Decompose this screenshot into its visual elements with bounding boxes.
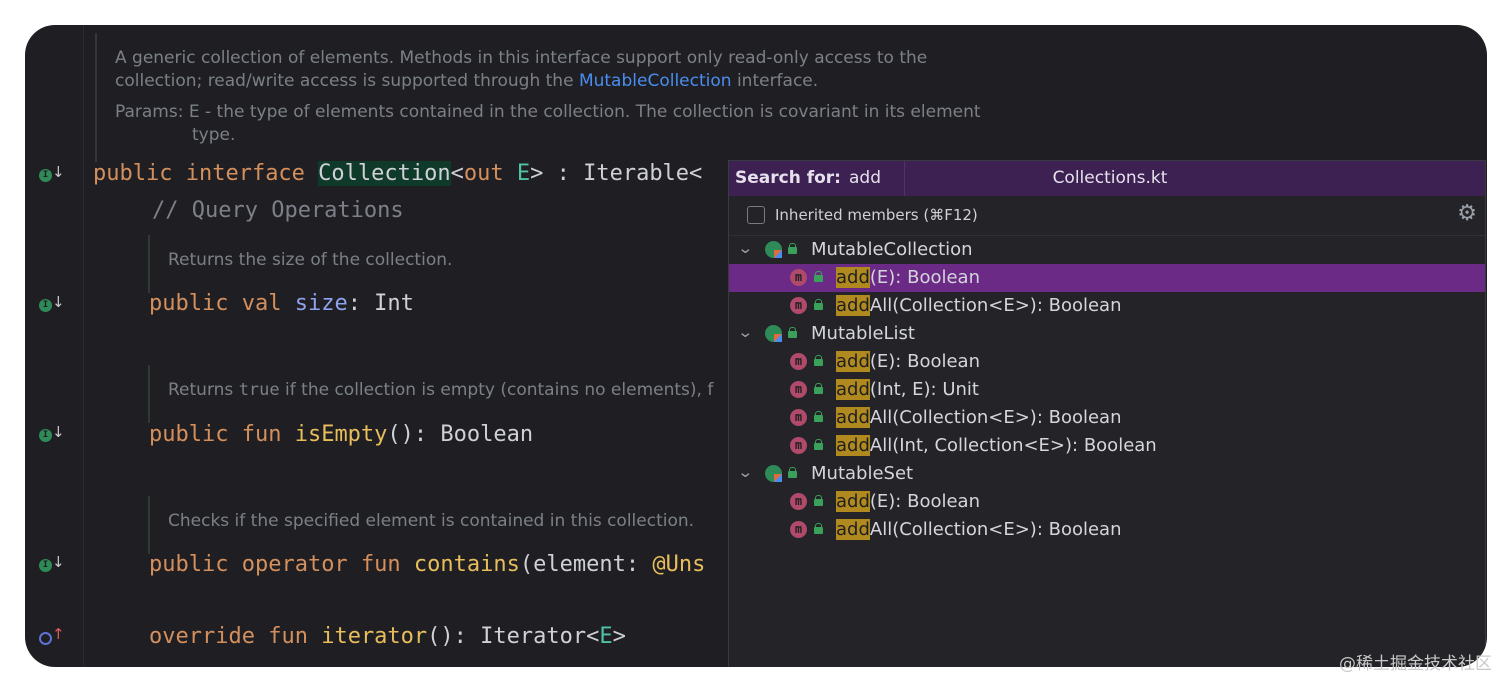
- doc-params-cont: type.: [192, 125, 236, 145]
- member-label: addAll(Collection<E>): Boolean: [836, 407, 1122, 428]
- doc-comment-isempty: Returns true if the collection is empty …: [148, 365, 768, 423]
- implemented-icon[interactable]: I ↓: [39, 163, 65, 185]
- member-label: addAll(Collection<E>): Boolean: [836, 295, 1122, 316]
- lock-icon: [788, 327, 797, 338]
- code-comment[interactable]: // Query Operations: [152, 198, 404, 223]
- doc-line: collection; read/write access is support…: [115, 71, 819, 91]
- gutter: I ↓ I ↓ I ↓ I ↓ ↑: [25, 25, 82, 667]
- fold-line: [83, 25, 84, 667]
- method-icon: m: [790, 381, 807, 398]
- member-label: add(Int, E): Unit: [836, 379, 979, 400]
- interface-icon: [765, 325, 782, 342]
- search-match: add: [836, 379, 870, 400]
- member-label: addAll(Int, Collection<E>): Boolean: [836, 435, 1157, 456]
- search-match: add: [836, 519, 870, 540]
- implemented-icon[interactable]: I ↓: [39, 553, 65, 575]
- code-line-contains[interactable]: public operator fun contains(element: @U…: [149, 552, 705, 577]
- method-icon: m: [790, 437, 807, 454]
- tree-member-row[interactable]: m add(Int, E): Unit: [729, 376, 1485, 404]
- member-label: add(E): Boolean: [836, 491, 980, 512]
- tree-member-row[interactable]: m addAll(Collection<E>): Boolean: [729, 404, 1485, 432]
- chevron-down-icon[interactable]: ⌄: [737, 239, 753, 257]
- search-input[interactable]: add: [849, 168, 881, 188]
- implemented-icon[interactable]: I ↓: [39, 293, 65, 315]
- doc-params: Params: E - the type of elements contain…: [115, 102, 981, 122]
- tree-member-row[interactable]: m add(E): Boolean: [729, 348, 1485, 376]
- method-icon: m: [790, 353, 807, 370]
- search-match: add: [836, 491, 870, 512]
- group-label: MutableSet: [811, 463, 914, 484]
- tree-group-row[interactable]: ⌄ MutableCollection: [729, 236, 1485, 264]
- lock-icon: [788, 467, 797, 478]
- tree-member-row[interactable]: m addAll(Collection<E>): Boolean: [729, 516, 1485, 544]
- search-match: add: [836, 267, 870, 288]
- search-box[interactable]: Search for: add: [729, 161, 905, 196]
- tree-member-row[interactable]: m add(E): Boolean: [729, 488, 1485, 516]
- code-line-isempty[interactable]: public fun isEmpty(): Boolean: [149, 422, 533, 447]
- inherited-members-label[interactable]: Inherited members (⌘F12): [775, 206, 978, 224]
- inherited-members-row: Inherited members (⌘F12) ⚙: [729, 197, 1485, 236]
- doc-line: A generic collection of elements. Method…: [115, 48, 928, 68]
- method-icon: m: [790, 409, 807, 426]
- method-icon: m: [790, 493, 807, 510]
- doc-comment-interface: A generic collection of elements. Method…: [95, 33, 1015, 162]
- group-label: MutableList: [811, 323, 915, 344]
- interface-icon: [765, 465, 782, 482]
- tree-member-row[interactable]: m addAll(Int, Collection<E>): Boolean: [729, 432, 1485, 460]
- file-structure-popup: Search for: add Collections.kt Inherited…: [728, 160, 1486, 667]
- overrides-icon[interactable]: ↑: [39, 625, 65, 647]
- lock-icon: [814, 523, 823, 534]
- watermark: @稀土掘金技术社区: [1339, 654, 1492, 674]
- interface-icon: [765, 241, 782, 258]
- tree-member-row[interactable]: m add(E): Boolean: [729, 264, 1485, 292]
- lock-icon: [814, 411, 823, 422]
- gear-icon[interactable]: ⚙: [1457, 201, 1477, 226]
- lock-icon: [814, 271, 823, 282]
- tree-member-row[interactable]: m addAll(Collection<E>): Boolean: [729, 292, 1485, 320]
- code-line-size[interactable]: public val size: Int: [149, 291, 414, 316]
- search-match: add: [836, 407, 870, 428]
- tree-group-row[interactable]: ⌄ MutableSet: [729, 460, 1485, 488]
- doc-comment-contains: Checks if the specified element is conta…: [148, 496, 768, 554]
- implemented-icon[interactable]: I ↓: [39, 423, 65, 445]
- method-icon: m: [790, 269, 807, 286]
- lock-icon: [814, 495, 823, 506]
- lock-icon: [814, 355, 823, 366]
- search-match: add: [836, 351, 870, 372]
- tree-group-row[interactable]: ⌄ MutableList: [729, 320, 1485, 348]
- popup-header: Search for: add Collections.kt: [729, 161, 1485, 196]
- file-title: Collections.kt: [1052, 168, 1168, 188]
- lock-icon: [814, 439, 823, 450]
- chevron-down-icon[interactable]: ⌄: [737, 463, 753, 481]
- mutablecollection-link[interactable]: MutableCollection: [579, 71, 732, 91]
- search-match: add: [836, 295, 870, 316]
- lock-icon: [814, 299, 823, 310]
- structure-tree: ⌄ MutableCollection m add(E): Boolean m addAl…: [729, 236, 1485, 544]
- group-label: MutableCollection: [811, 239, 973, 260]
- lock-icon: [788, 243, 797, 254]
- method-icon: m: [790, 297, 807, 314]
- editor-window: I ↓ I ↓ I ↓ I ↓ ↑ A generic collection of el…: [25, 25, 1487, 667]
- member-label: addAll(Collection<E>): Boolean: [836, 519, 1122, 540]
- search-label: Search for:: [735, 168, 841, 188]
- inherited-members-checkbox[interactable]: [747, 206, 765, 224]
- doc-comment-size: Returns the size of the collection.: [148, 235, 768, 293]
- lock-icon: [814, 383, 823, 394]
- code-line-iterator[interactable]: override fun iterator(): Iterator<E>: [149, 624, 626, 649]
- code-line-interface[interactable]: public interface Collection<out E> : Ite…: [93, 161, 702, 186]
- chevron-down-icon[interactable]: ⌄: [737, 323, 753, 341]
- search-match: add: [836, 435, 870, 456]
- method-icon: m: [790, 521, 807, 538]
- member-label: add(E): Boolean: [836, 351, 980, 372]
- member-label: add(E): Boolean: [836, 267, 980, 288]
